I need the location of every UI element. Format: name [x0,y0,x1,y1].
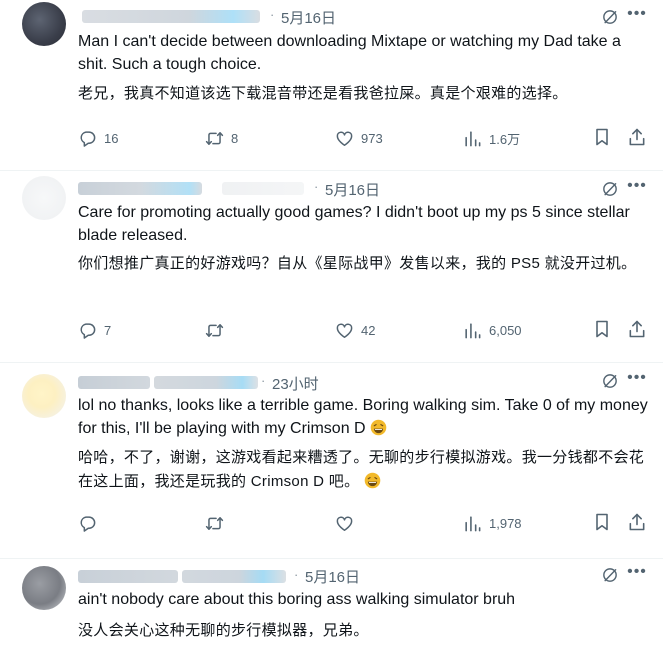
author-handle-blurred[interactable] [222,182,304,195]
reply-post[interactable]: · 5月16日 ••• Man I can't decide between d… [0,0,663,171]
repost-icon [205,514,224,533]
share-icon[interactable] [627,512,647,532]
action-bar: 7 42 6,050 [0,319,663,343]
more-options-icon[interactable]: ••• [627,564,647,583]
grok-icon[interactable] [601,8,619,26]
separator-dot: · [261,373,266,388]
bookmark-icon[interactable] [592,512,612,532]
repost-icon [205,129,224,148]
reply-button[interactable]: 16 [78,127,118,149]
grok-icon[interactable] [601,372,619,390]
views-icon [463,321,482,340]
reply-text: Man I can't decide between downloading M… [78,33,621,73]
reply-post[interactable]: · 5月16日 ••• Care for promoting actually … [0,170,663,363]
views-button[interactable]: 1,978 [463,512,522,534]
author-handle-blurred[interactable] [182,570,286,583]
grok-icon[interactable] [601,566,619,584]
like-button[interactable]: 42 [335,319,375,341]
more-options-icon[interactable]: ••• [627,370,647,389]
author-name-blurred[interactable] [78,182,202,195]
share-icon[interactable] [627,127,647,147]
reply-translation: 哈哈，不了，谢谢，这游戏看起来糟透了。无聊的步行模拟游戏。我一分钱都不会花在这上… [78,446,658,494]
reply-count: 16 [104,130,119,146]
avatar[interactable] [22,2,66,46]
bookmark-icon[interactable] [592,319,612,339]
reply-icon [78,321,97,340]
view-count: 1.6万 [489,131,521,147]
avatar[interactable] [22,566,66,610]
separator-dot: · [294,567,299,582]
reply-icon [78,129,97,148]
post-date[interactable]: 5月16日 [281,7,336,28]
reply-post[interactable]: · 23小时 ••• lol no thanks, looks like a t… [0,362,663,559]
reply-text: Care for promoting actually good games? … [78,204,630,244]
views-button[interactable]: 6,050 [463,319,522,341]
repost-button[interactable]: 8 [205,127,238,149]
author-handle-blurred[interactable] [154,376,258,389]
repost-icon [205,321,224,340]
more-options-icon[interactable]: ••• [627,6,647,25]
reply-translation-content: 哈哈，不了，谢谢，这游戏看起来糟透了。无聊的步行模拟游戏。我一分钱都不会花在这上… [78,449,645,490]
view-count: 6,050 [489,322,522,338]
action-bar: 1,978 [0,512,663,536]
like-icon [335,514,354,533]
avatar[interactable] [22,176,66,220]
views-button[interactable]: 1.6万 [463,127,520,149]
separator-dot: · [314,179,319,194]
reply-post[interactable]: · 5月16日 ••• ain't nobody care about this… [0,558,663,651]
reply-text: lol no thanks, looks like a terrible gam… [78,395,648,440]
author-name-blurred[interactable] [82,10,260,23]
reply-button[interactable]: 7 [78,319,111,341]
author-name-blurred[interactable] [78,570,178,583]
post-date[interactable]: 5月16日 [305,566,360,587]
grok-icon[interactable] [601,180,619,198]
post-date[interactable]: 23小时 [272,373,319,394]
reply-translation: 没人会关心这种无聊的步行模拟器，兄弟。 [78,622,369,639]
reply-translation: 你们想推广真正的好游戏吗？自从《星际战甲》发售以来，我的 PS5 就没开过机。 [78,255,637,272]
post-date[interactable]: 5月16日 [325,179,380,200]
reply-count: 7 [104,322,112,338]
views-icon [463,129,482,148]
reply-translation: 老兄，我真不知道该选下载混音带还是看我爸拉屎。真是个艰难的选择。 [78,85,568,102]
like-icon [335,321,354,340]
repost-button[interactable] [205,319,231,341]
repost-count: 8 [231,130,239,146]
like-count: 973 [361,130,383,146]
like-count: 42 [361,322,376,338]
grinning-squinting-face-emoji-icon [364,472,381,489]
more-options-icon[interactable]: ••• [627,178,647,197]
view-count: 1,978 [489,515,522,531]
like-button[interactable] [335,512,361,534]
reply-icon [78,514,97,533]
action-bar: 16 8 973 1.6万 [0,127,663,151]
share-icon[interactable] [627,319,647,339]
reply-text: ain't nobody care about this boring ass … [78,591,516,608]
separator-dot: · [270,7,275,22]
avatar[interactable] [22,374,66,418]
repost-button[interactable] [205,512,231,534]
reply-button[interactable] [78,512,104,534]
like-button[interactable]: 973 [335,127,383,149]
replies-feed: · 5月16日 ••• Man I can't decide between d… [0,0,663,651]
grinning-squinting-face-emoji-icon [370,419,387,436]
like-icon [335,129,354,148]
author-name-blurred[interactable] [78,376,150,389]
bookmark-icon[interactable] [592,127,612,147]
views-icon [463,514,482,533]
reply-text-content: lol no thanks, looks like a terrible gam… [78,397,648,437]
